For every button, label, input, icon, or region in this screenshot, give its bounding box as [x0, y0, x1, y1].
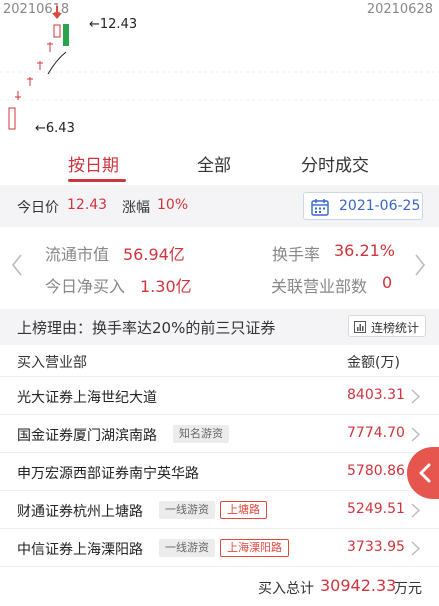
candle-day-2: [15, 91, 21, 100]
candle-day-3: [27, 77, 33, 86]
table-row[interactable]: 申万宏源西部证券南宁英华路 5780.86: [0, 453, 439, 491]
tab-all[interactable]: 全部: [197, 151, 231, 176]
next-arrow-icon[interactable]: [414, 253, 426, 277]
candle-day-6: [53, 24, 61, 38]
amount-value: 7774.70: [347, 425, 405, 441]
branch-name: 光大证券上海世纪大道: [17, 390, 157, 406]
change-label: 涨幅: [122, 200, 150, 216]
turnover-value: 36.21%: [334, 241, 396, 260]
amount-value: 3733.95: [347, 539, 405, 555]
today-price-value: 12.43: [67, 197, 108, 213]
amount-value: 8403.31: [347, 387, 405, 403]
table-row[interactable]: 财通证券杭州上塘路 一线游资 上塘路 5249.51: [0, 491, 439, 529]
date-picker[interactable]: 2021-06-25: [303, 192, 423, 220]
tab-by-date[interactable]: 按日期: [68, 151, 119, 176]
calendar-icon: [311, 199, 329, 216]
chevron-right-icon: [411, 503, 420, 518]
consecutive-stats-button[interactable]: 连榜统计: [348, 315, 426, 337]
branch-tag: 知名游资: [173, 425, 229, 443]
branch-name: 申万宏源西部证券南宁英华路: [17, 466, 199, 482]
candle-day-5: [47, 42, 53, 52]
chevron-right-icon: [411, 541, 420, 556]
stats-panel: 流通市值 56.94亿 换手率 36.21% 今日净买入 1.30亿 关联营业部…: [0, 229, 439, 305]
kline-mini-chart: 20210618 20210628 ←12.43 ←6.43: [0, 0, 439, 145]
low-price-label: ←6.43: [35, 121, 75, 136]
header-buy-branch: 买入营业部: [17, 355, 87, 371]
bar-chart-icon: [354, 321, 366, 333]
buy-total-label: 买入总计: [258, 581, 314, 597]
related-branches-value: 0: [382, 273, 393, 292]
candle-day-7: [63, 24, 69, 46]
candle-day-1: [8, 107, 16, 130]
branch-alias-tag[interactable]: 上海溧阳路: [220, 539, 289, 557]
consecutive-stats-label: 连榜统计: [371, 321, 420, 335]
branch-alias-tag[interactable]: 上塘路: [220, 501, 267, 519]
related-branches-label: 关联营业部数: [271, 277, 368, 296]
chevron-left-icon: [419, 463, 431, 483]
branch-name: 国金证券厦门湖滨南路: [17, 428, 157, 444]
float-cap-label: 流通市值: [45, 245, 110, 264]
candle-day-4: [37, 61, 43, 70]
branch-tag: 一线游资: [159, 539, 215, 557]
prev-arrow-icon[interactable]: [11, 253, 23, 277]
listing-reason-text: 上榜理由：换手率达20%的前三只证券: [17, 319, 276, 337]
branch-tag: 一线游资: [159, 501, 215, 519]
net-buy-label: 今日净买入: [45, 277, 126, 296]
header-amount: 金额(万): [347, 355, 400, 371]
buy-total-unit: 万元: [394, 581, 422, 597]
chevron-right-icon: [411, 389, 420, 404]
turnover-label: 换手率: [272, 245, 321, 264]
price-bar: 今日价 12.43 涨幅 10% 2021-06-25: [0, 185, 439, 227]
amount-value: 5780.86: [347, 463, 405, 479]
table-row[interactable]: 光大证券上海世纪大道 8403.31: [0, 377, 439, 415]
high-price-label: ←12.43: [89, 17, 138, 32]
amount-value: 5249.51: [347, 501, 405, 517]
selected-day-marker: [52, 6, 62, 19]
listing-reason-bar: 上榜理由：换手率达20%的前三只证券 连榜统计: [0, 309, 439, 345]
branch-name: 中信证券上海溧阳路: [17, 542, 143, 558]
buy-total-bar: 买入总计 30942.33 万元: [0, 572, 439, 606]
ma-curve: [47, 51, 67, 75]
float-cap-value: 56.94亿: [123, 245, 185, 264]
view-tabs: 按日期 全部 分时成交: [0, 145, 439, 183]
buy-total-value: 30942.33: [320, 576, 397, 595]
change-value: 10%: [157, 197, 189, 213]
net-buy-value: 1.30亿: [140, 277, 192, 296]
today-price-label: 今日价: [17, 200, 59, 216]
table-header: 买入营业部 金额(万): [0, 345, 439, 377]
active-tab-indicator: [68, 179, 126, 182]
chevron-right-icon: [411, 427, 420, 442]
table-row[interactable]: 中信证券上海溧阳路 一线游资 上海溧阳路 3733.95: [0, 529, 439, 567]
tab-intraday-trades[interactable]: 分时成交: [301, 151, 369, 176]
branch-name: 财通证券杭州上塘路: [17, 504, 143, 520]
table-row[interactable]: 国金证券厦门湖滨南路 知名游资 7774.70: [0, 415, 439, 453]
selected-date: 2021-06-25: [339, 198, 421, 214]
